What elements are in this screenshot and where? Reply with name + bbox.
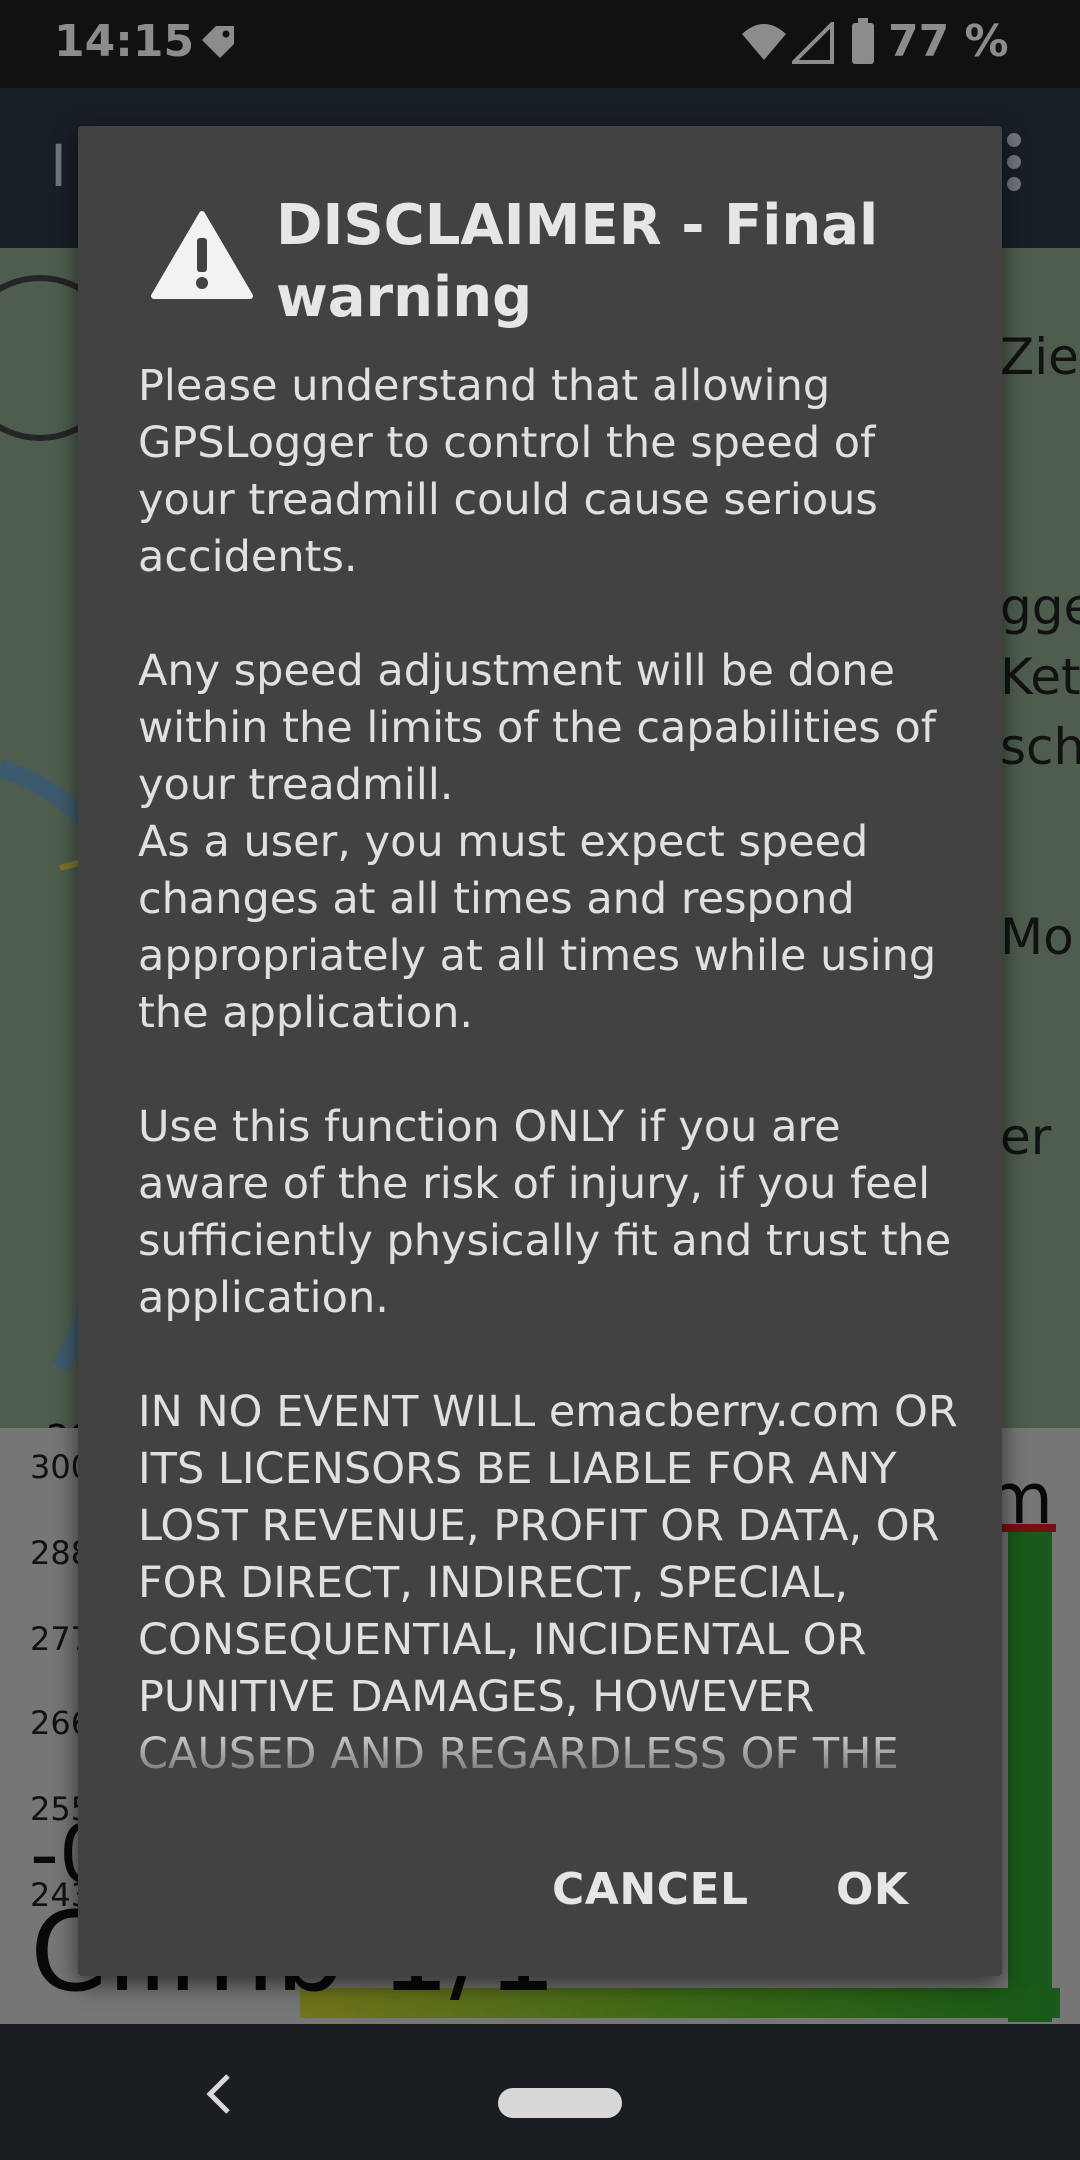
home-pill[interactable] [498,2088,622,2118]
navigation-bar [0,2024,1080,2160]
ok-button[interactable]: OK [820,1858,925,1921]
dialog-header: DISCLAIMER - Final warning [150,190,970,330]
disclaimer-paragraph: IN NO EVENT WILL emacberry.com OR ITS LI… [138,1387,958,1779]
disclaimer-paragraph: Any speed adjustment will be done within… [138,646,937,1038]
disclaimer-paragraph: Please understand that allowing GPSLogge… [138,361,878,582]
dialog-message[interactable]: Please understand that allowing GPSLogge… [138,358,968,1798]
disclaimer-paragraph: Use this function ONLY if you are aware … [138,1102,952,1323]
dialog-actions: CANCEL OK [78,1848,1002,1938]
cancel-button[interactable]: CANCEL [536,1858,765,1921]
warning-icon [150,210,254,306]
disclaimer-dialog: DISCLAIMER - Final warning Please unders… [78,126,1002,1976]
dialog-title: DISCLAIMER - Final warning [276,193,879,330]
back-icon[interactable] [204,2072,234,2120]
